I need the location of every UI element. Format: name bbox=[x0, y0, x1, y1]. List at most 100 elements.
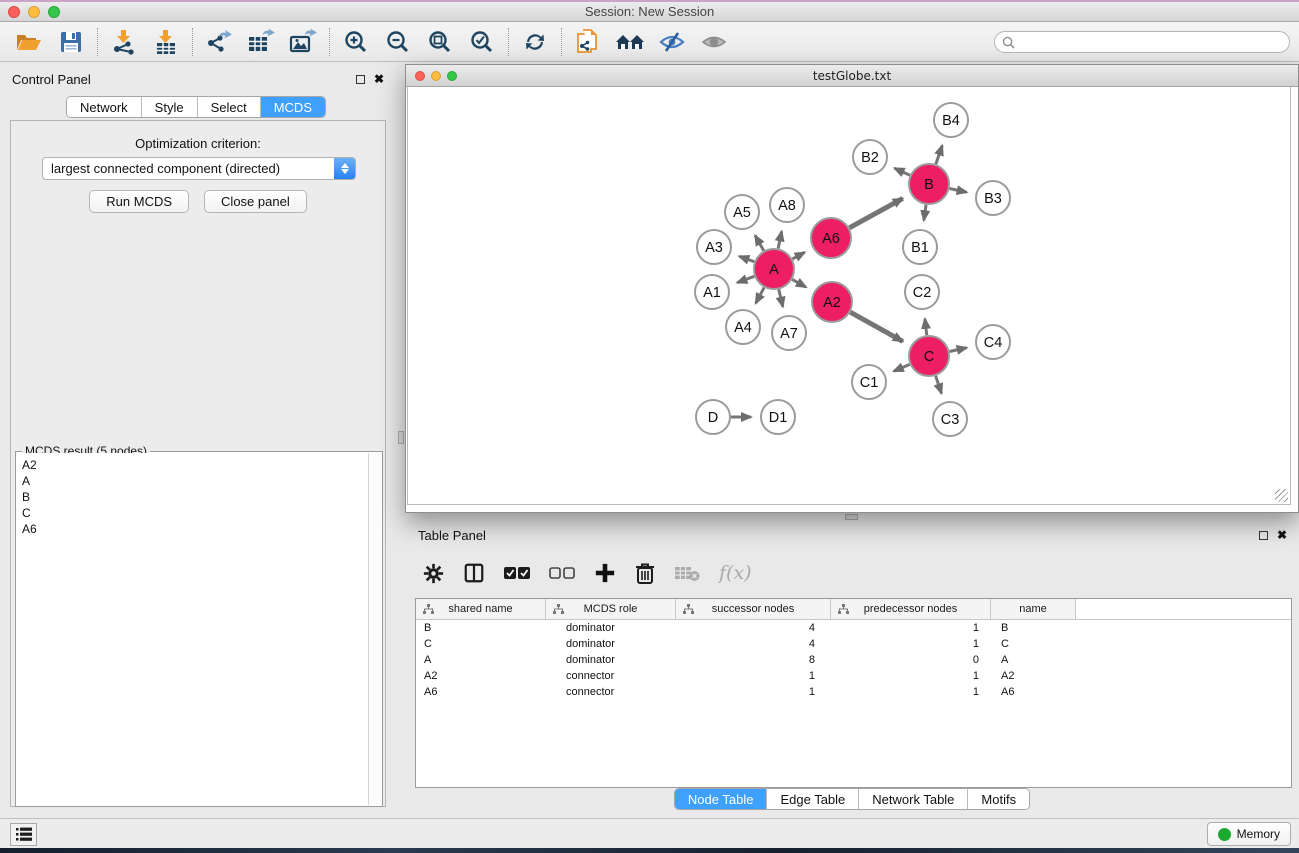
edge-A-A2[interactable] bbox=[792, 279, 806, 287]
cell-shared-name[interactable]: A2 bbox=[416, 668, 546, 684]
cell-name[interactable]: A2 bbox=[991, 668, 1076, 684]
save-session-button[interactable] bbox=[50, 25, 92, 59]
select-all-button[interactable] bbox=[504, 566, 530, 580]
tab-mcds[interactable]: MCDS bbox=[261, 97, 325, 117]
graph-node-B2[interactable]: B2 bbox=[853, 140, 887, 174]
column-header-name[interactable]: name bbox=[991, 599, 1076, 619]
import-network-button[interactable] bbox=[103, 25, 145, 59]
first-neighbors-button[interactable] bbox=[609, 25, 651, 59]
float-table-panel-icon[interactable] bbox=[1259, 531, 1268, 540]
graph-node-C[interactable]: C bbox=[909, 336, 949, 376]
window-resize-grip-icon[interactable] bbox=[1275, 489, 1288, 502]
cell-MCDS-role[interactable]: dominator bbox=[546, 636, 676, 652]
function-builder-button[interactable]: f(x) bbox=[719, 562, 752, 584]
graph-node-C1[interactable]: C1 bbox=[852, 365, 886, 399]
result-item-c[interactable]: C bbox=[22, 505, 368, 521]
result-item-a[interactable]: A bbox=[22, 473, 368, 489]
deselect-all-button[interactable] bbox=[549, 566, 575, 580]
graph-node-B[interactable]: B bbox=[909, 164, 949, 204]
graph-node-A[interactable]: A bbox=[754, 249, 794, 289]
edge-A-A7[interactable] bbox=[779, 289, 783, 306]
table-row-c[interactable]: Cdominator41C bbox=[416, 636, 1291, 652]
task-history-button[interactable] bbox=[10, 823, 37, 846]
graph-node-A7[interactable]: A7 bbox=[772, 316, 806, 350]
edge-A-A4[interactable] bbox=[756, 288, 764, 304]
tab-network-table[interactable]: Network Table bbox=[859, 789, 968, 809]
close-table-panel-icon[interactable]: ✖ bbox=[1277, 529, 1287, 541]
zoom-fit-button[interactable] bbox=[419, 25, 461, 59]
show-details-button[interactable] bbox=[693, 25, 735, 59]
cell-MCDS-role[interactable]: connector bbox=[546, 684, 676, 700]
export-network-button[interactable] bbox=[198, 25, 240, 59]
network-window-titlebar[interactable]: testGlobe.txt bbox=[406, 65, 1298, 87]
hide-details-button[interactable] bbox=[651, 25, 693, 59]
refresh-layout-button[interactable] bbox=[514, 25, 556, 59]
table-row-b[interactable]: Bdominator41B bbox=[416, 620, 1291, 636]
graph-node-D[interactable]: D bbox=[696, 400, 730, 434]
graph-node-C4[interactable]: C4 bbox=[976, 325, 1010, 359]
cell-predecessor-nodes[interactable]: 1 bbox=[831, 668, 991, 684]
edge-B-B1[interactable] bbox=[924, 205, 926, 220]
edge-C-C2[interactable] bbox=[925, 319, 927, 335]
edge-A6-B[interactable] bbox=[849, 198, 902, 227]
tab-network[interactable]: Network bbox=[67, 97, 142, 117]
tab-motifs[interactable]: Motifs bbox=[968, 789, 1029, 809]
edge-B-B3[interactable] bbox=[950, 188, 967, 192]
zoom-in-button[interactable] bbox=[335, 25, 377, 59]
cell-successor-nodes[interactable]: 4 bbox=[676, 620, 831, 636]
edge-C-C1[interactable] bbox=[894, 364, 910, 371]
criterion-select[interactable]: largest connected component (directed) bbox=[42, 157, 356, 180]
edge-A-A8[interactable] bbox=[778, 231, 781, 248]
export-table-button[interactable] bbox=[240, 25, 282, 59]
table-row-a[interactable]: Adominator80A bbox=[416, 652, 1291, 668]
zoom-out-button[interactable] bbox=[377, 25, 419, 59]
cell-successor-nodes[interactable]: 1 bbox=[676, 668, 831, 684]
float-panel-icon[interactable] bbox=[356, 75, 365, 84]
edge-A2-C[interactable] bbox=[850, 312, 902, 341]
duplicate-network-button[interactable] bbox=[567, 25, 609, 59]
cell-successor-nodes[interactable]: 4 bbox=[676, 636, 831, 652]
edge-B-B4[interactable] bbox=[936, 146, 942, 165]
cell-MCDS-role[interactable]: dominator bbox=[546, 620, 676, 636]
cell-shared-name[interactable]: A6 bbox=[416, 684, 546, 700]
run-mcds-button[interactable]: Run MCDS bbox=[89, 190, 189, 213]
graph-node-B3[interactable]: B3 bbox=[976, 181, 1010, 215]
table-row-a6[interactable]: A6connector11A6 bbox=[416, 684, 1291, 700]
column-header-shared-name[interactable]: shared name bbox=[416, 599, 546, 619]
graph-node-B4[interactable]: B4 bbox=[934, 103, 968, 137]
cell-MCDS-role[interactable]: dominator bbox=[546, 652, 676, 668]
open-session-button[interactable] bbox=[8, 25, 50, 59]
graph-node-A5[interactable]: A5 bbox=[725, 195, 759, 229]
search-input[interactable] bbox=[1015, 33, 1289, 51]
graph-node-C3[interactable]: C3 bbox=[933, 402, 967, 436]
graph-node-A2[interactable]: A2 bbox=[812, 282, 852, 322]
graph-node-A4[interactable]: A4 bbox=[726, 310, 760, 344]
cell-predecessor-nodes[interactable]: 0 bbox=[831, 652, 991, 668]
tab-select[interactable]: Select bbox=[198, 97, 261, 117]
import-table-button[interactable] bbox=[145, 25, 187, 59]
zoom-selected-button[interactable] bbox=[461, 25, 503, 59]
graph-node-B1[interactable]: B1 bbox=[903, 230, 937, 264]
graph-node-A8[interactable]: A8 bbox=[770, 188, 804, 222]
add-column-button[interactable] bbox=[594, 562, 616, 584]
graph-node-A3[interactable]: A3 bbox=[697, 230, 731, 264]
graph-node-A6[interactable]: A6 bbox=[811, 218, 851, 258]
column-panel-button[interactable] bbox=[463, 562, 485, 584]
vertical-splitter-handle[interactable] bbox=[398, 431, 404, 444]
cell-name[interactable]: A bbox=[991, 652, 1076, 668]
graph-node-D1[interactable]: D1 bbox=[761, 400, 795, 434]
cell-successor-nodes[interactable]: 8 bbox=[676, 652, 831, 668]
cell-predecessor-nodes[interactable]: 1 bbox=[831, 684, 991, 700]
table-row-a2[interactable]: A2connector11A2 bbox=[416, 668, 1291, 684]
export-image-button[interactable] bbox=[282, 25, 324, 59]
result-scrollbar[interactable] bbox=[368, 453, 381, 805]
result-item-a2[interactable]: A2 bbox=[22, 457, 368, 473]
cell-shared-name[interactable]: C bbox=[416, 636, 546, 652]
close-panel-button[interactable]: Close panel bbox=[204, 190, 307, 213]
column-header-MCDS-role[interactable]: MCDS role bbox=[546, 599, 676, 619]
cell-successor-nodes[interactable]: 1 bbox=[676, 684, 831, 700]
cell-predecessor-nodes[interactable]: 1 bbox=[831, 636, 991, 652]
edge-C-C4[interactable] bbox=[950, 348, 967, 352]
cell-name[interactable]: C bbox=[991, 636, 1076, 652]
cell-MCDS-role[interactable]: connector bbox=[546, 668, 676, 684]
